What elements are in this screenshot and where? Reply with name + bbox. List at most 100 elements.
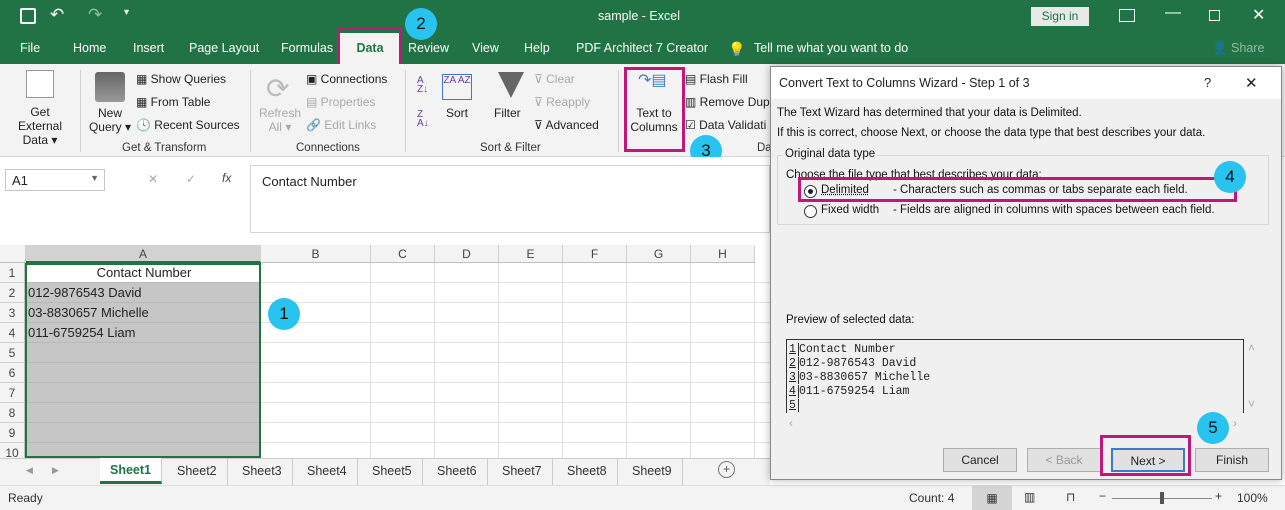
undo-icon[interactable]: ↶ — [50, 5, 64, 25]
tab-pdf-architect[interactable]: PDF Architect 7 Creator — [576, 41, 708, 55]
scroll-right-icon[interactable]: ▶ — [52, 465, 59, 476]
maximize-icon[interactable] — [1209, 10, 1220, 21]
row-header[interactable]: 4 — [0, 323, 25, 343]
cell-a4[interactable]: 011-6759254 Liam — [26, 323, 260, 343]
row-header[interactable]: 1 — [0, 263, 25, 283]
add-sheet-icon[interactable]: + — [718, 461, 735, 478]
cell-a9[interactable] — [26, 423, 260, 443]
redo-icon[interactable]: ↷ — [88, 5, 102, 25]
zoom-slider[interactable] — [1112, 492, 1212, 504]
tab-help[interactable]: Help — [524, 41, 550, 55]
zoom-slider-thumb[interactable] — [1160, 492, 1164, 504]
column-header[interactable]: F — [563, 245, 627, 263]
row-header[interactable]: 8 — [0, 403, 25, 423]
cell-a6[interactable] — [26, 363, 260, 383]
customize-qat-icon[interactable]: ▾ — [124, 7, 129, 18]
advanced-button[interactable]: ⊽ Advanced — [534, 118, 599, 132]
preview-box[interactable]: 1 Contact Number 2 012-9876543 David 3 03-883… — [786, 339, 1244, 413]
connections-button[interactable]: ▣ Connections — [306, 72, 387, 86]
tell-me-search[interactable]: Tell me what you want to do — [754, 41, 908, 55]
spreadsheet-grid[interactable]: A B C D E F G H 1 Contact Number 2 012-9876… — [0, 245, 770, 463]
sort-button[interactable]: Sort — [446, 106, 468, 120]
tab-page-layout[interactable]: Page Layout — [189, 41, 259, 55]
sheet-tab-sheet1[interactable]: Sheet1 — [100, 458, 162, 484]
zoom-level[interactable]: 100% — [1237, 491, 1268, 505]
sheet-tab-sheet6[interactable]: Sheet6 — [427, 459, 488, 485]
tab-home[interactable]: Home — [73, 41, 106, 55]
column-header[interactable]: E — [499, 245, 563, 263]
column-header[interactable]: D — [435, 245, 499, 263]
data-validation-button[interactable]: ☑ Data Validati — [685, 118, 766, 132]
scroll-down-icon[interactable]: ˅ — [1248, 397, 1255, 411]
normal-view-icon[interactable]: ▦ — [972, 486, 1012, 510]
share-button[interactable]: 👤 Share — [1212, 41, 1264, 56]
clear-button[interactable]: ⊽ Clear — [534, 72, 575, 86]
sheet-tab-sheet3[interactable]: Sheet3 — [232, 459, 293, 485]
column-header[interactable]: B — [261, 245, 371, 263]
scroll-left-icon[interactable]: ◀ — [26, 465, 33, 476]
name-box[interactable]: A1 ▼ — [5, 169, 105, 191]
row-header[interactable]: 6 — [0, 363, 25, 383]
cell-a5[interactable] — [26, 343, 260, 363]
show-queries-button[interactable]: ▦ Show Queries — [136, 72, 226, 86]
tab-file[interactable]: File — [20, 41, 40, 55]
page-layout-view-icon[interactable]: ▥ — [1024, 490, 1035, 504]
filter-button[interactable]: Filter — [494, 106, 521, 120]
page-break-view-icon[interactable]: ⊓ — [1066, 490, 1075, 504]
sort-ascending-button[interactable]: A Z↓ — [417, 76, 428, 95]
save-icon[interactable] — [20, 8, 36, 24]
cell-a8[interactable] — [26, 403, 260, 423]
radio-fixed-width[interactable]: Fixed width - Fields are aligned in colu… — [804, 204, 1244, 220]
cancel-button[interactable]: Cancel — [943, 448, 1017, 472]
row-header[interactable]: 9 — [0, 423, 25, 443]
sheet-tab-sheet7[interactable]: Sheet7 — [492, 459, 553, 485]
zoom-in-icon[interactable]: + — [1215, 489, 1222, 503]
scroll-left-icon[interactable]: ‹ — [789, 416, 793, 430]
cell-a1[interactable]: Contact Number — [26, 263, 260, 283]
cell-a7[interactable] — [26, 383, 260, 403]
properties-button[interactable]: ▤ Properties — [306, 95, 375, 109]
refresh-all-button[interactable]: Refresh All ▾ — [258, 106, 302, 134]
zoom-out-icon[interactable]: − — [1099, 489, 1106, 503]
sheet-tab-sheet4[interactable]: Sheet4 — [297, 459, 358, 485]
column-header[interactable]: G — [627, 245, 691, 263]
ribbon-display-icon[interactable] — [1119, 9, 1135, 22]
enter-icon[interactable]: ✓ — [186, 172, 196, 186]
close-window-icon[interactable]: ✕ — [1252, 5, 1265, 25]
column-header[interactable]: A — [26, 245, 261, 263]
cell-a2[interactable]: 012-9876543 David — [26, 283, 260, 303]
tab-view[interactable]: View — [472, 41, 499, 55]
sign-in-button[interactable]: Sign in — [1031, 7, 1089, 26]
get-external-data-button[interactable]: Get External Data ▾ — [8, 105, 72, 147]
close-icon[interactable]: ✕ — [1245, 74, 1258, 92]
column-header[interactable]: C — [371, 245, 435, 263]
scroll-up-icon[interactable]: ˄ — [1248, 341, 1255, 355]
new-query-button[interactable]: New Query ▾ — [88, 106, 132, 134]
tab-formulas[interactable]: Formulas — [281, 41, 333, 55]
back-button[interactable]: < Back — [1027, 448, 1101, 472]
row-header[interactable]: 3 — [0, 303, 25, 323]
tab-insert[interactable]: Insert — [133, 41, 164, 55]
minimize-icon[interactable]: — — [1165, 4, 1181, 22]
sort-descending-button[interactable]: Z A↓ — [417, 110, 429, 129]
sheet-tab-sheet2[interactable]: Sheet2 — [167, 459, 228, 485]
column-header[interactable]: H — [691, 245, 755, 263]
remove-duplicates-button[interactable]: ▥ Remove Dup — [685, 95, 770, 109]
row-header[interactable]: 2 — [0, 283, 25, 303]
reapply-button[interactable]: ⊽ Reapply — [534, 95, 590, 109]
from-table-button[interactable]: ▦ From Table — [136, 95, 210, 109]
tab-review[interactable]: Review — [408, 41, 449, 55]
finish-button[interactable]: Finish — [1195, 448, 1269, 472]
cell-a3[interactable]: 03-8830657 Michelle — [26, 303, 260, 323]
sheet-tab-sheet5[interactable]: Sheet5 — [362, 459, 423, 485]
cancel-icon[interactable]: ✕ — [148, 172, 158, 186]
sheet-tab-sheet9[interactable]: Sheet9 — [622, 459, 683, 485]
insert-function-icon[interactable]: fx — [222, 171, 231, 185]
flash-fill-button[interactable]: ▤ Flash Fill — [685, 72, 748, 86]
recent-sources-button[interactable]: 🕓 Recent Sources — [136, 118, 240, 132]
help-button[interactable]: ? — [1204, 75, 1211, 90]
sheet-tab-sheet8[interactable]: Sheet8 — [557, 459, 618, 485]
edit-links-button[interactable]: 🔗 Edit Links — [306, 118, 376, 132]
row-header[interactable]: 5 — [0, 343, 25, 363]
formula-input[interactable]: Contact Number — [250, 165, 770, 233]
